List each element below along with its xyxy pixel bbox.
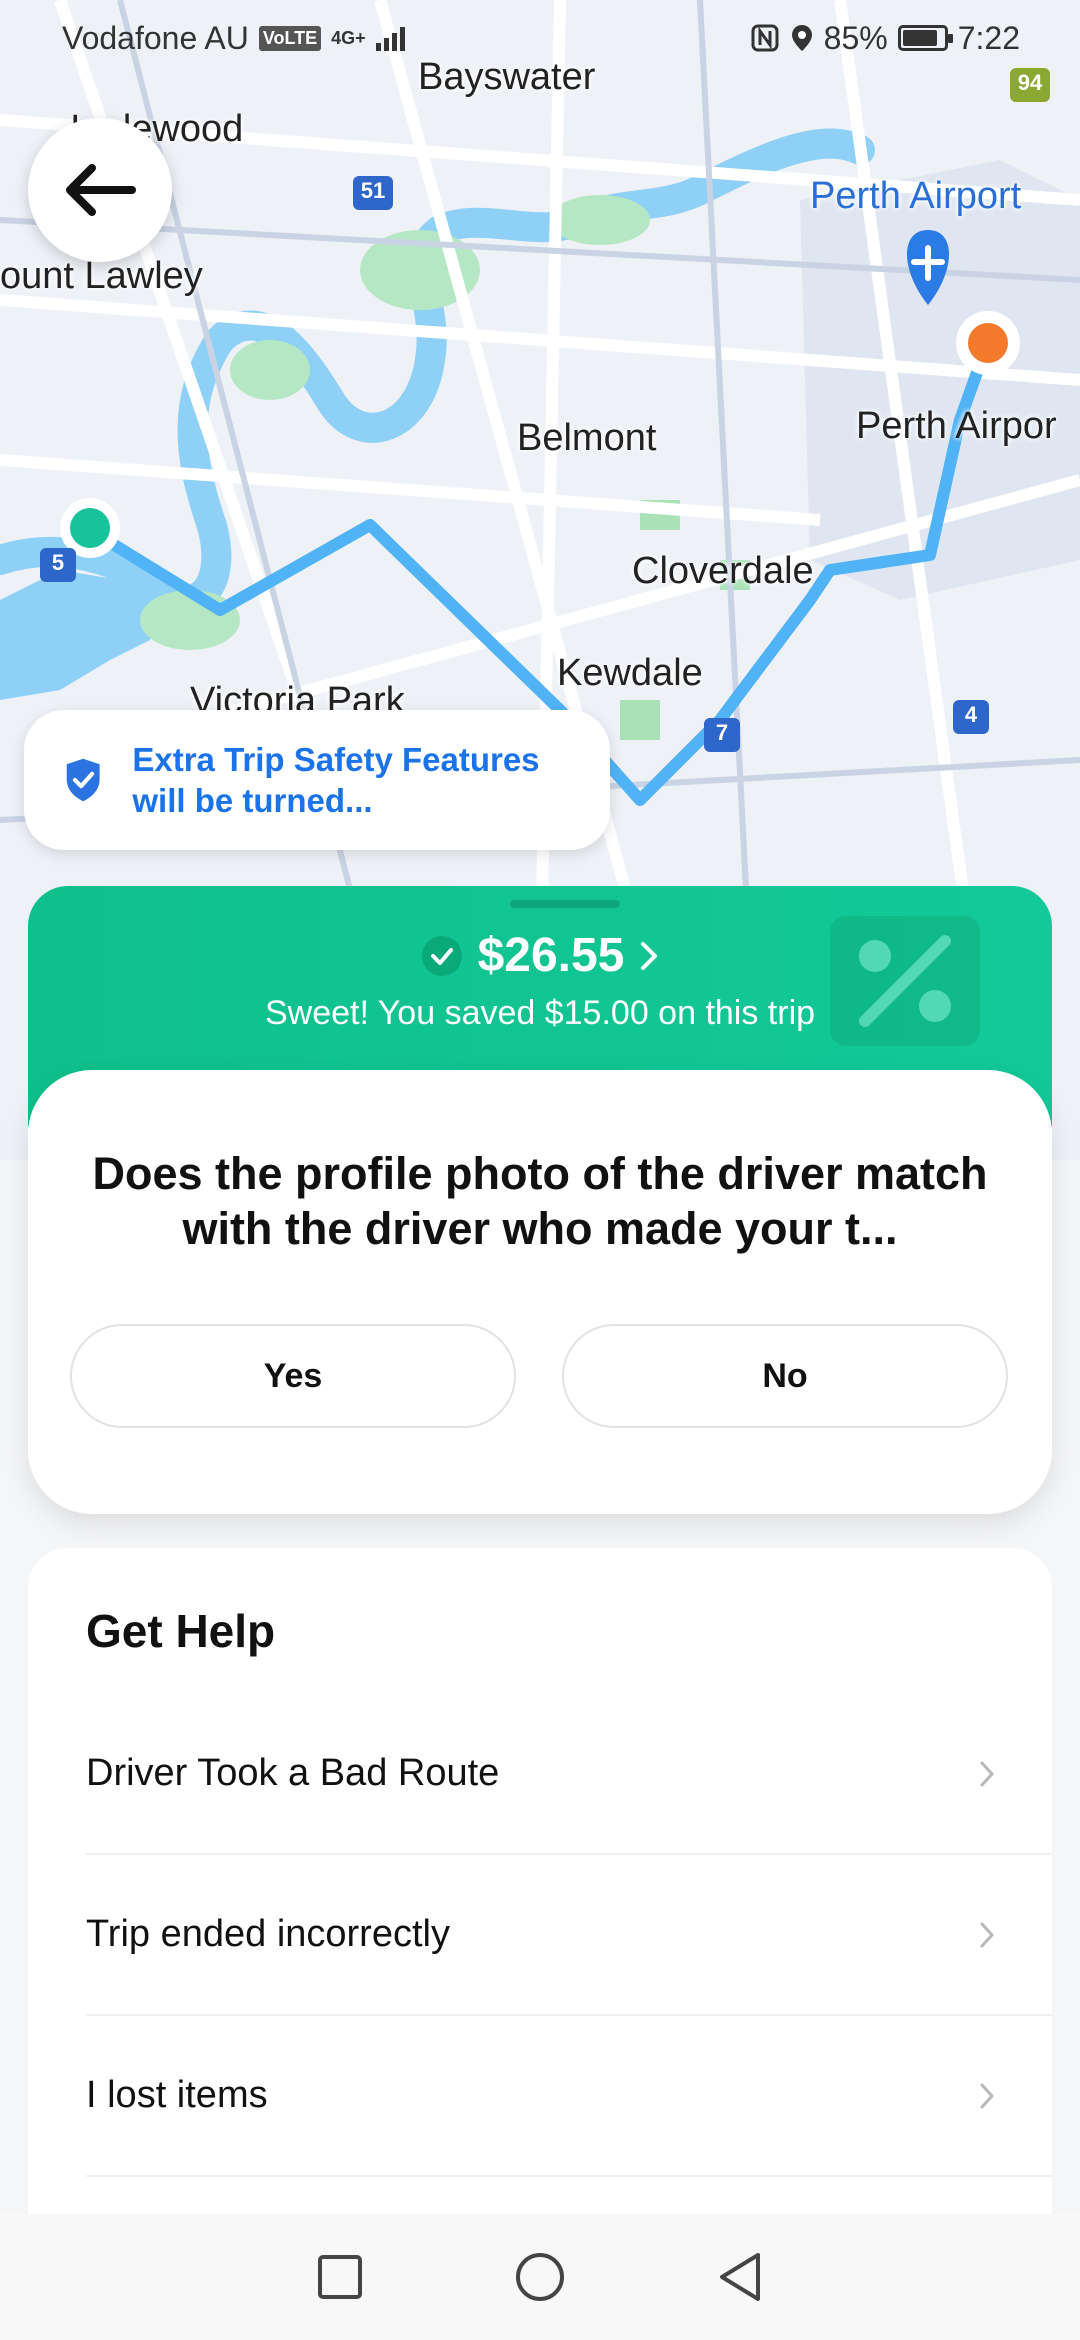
arrow-left-icon <box>66 164 136 216</box>
status-bar: Vodafone AU VoLTE 4G+ 85% 7:22 <box>0 0 1080 76</box>
safety-toast[interactable]: Extra Trip Safety Features will be turne… <box>24 710 610 850</box>
network-type: 4G+ <box>331 27 366 48</box>
no-button[interactable]: No <box>562 1324 1008 1428</box>
map-label-perth-airport-right: Perth Airpor <box>856 405 1057 447</box>
back-button[interactable] <box>28 118 172 262</box>
help-title: Get Help <box>86 1605 276 1657</box>
help-item-label: Trip ended incorrectly <box>86 1913 450 1955</box>
map-label-cloverdale: Cloverdale <box>632 550 814 592</box>
battery-percent: 85% <box>823 19 888 56</box>
road-shield-51: 51 <box>360 178 386 203</box>
fare-amount: $26.55 <box>477 929 625 982</box>
signal-icon <box>375 27 405 51</box>
help-item-bad-route[interactable]: Driver Took a Bad Route <box>86 1694 1052 1855</box>
clock: 7:22 <box>957 19 1020 56</box>
location-icon <box>791 25 812 51</box>
chevron-right-icon <box>980 1922 994 1947</box>
fare-savings-text: Sweet! You saved $15.00 on this trip <box>264 994 816 1032</box>
carrier-name: Vodafone AU <box>62 19 249 56</box>
map-label-perth-airport-top: Perth Airport <box>810 175 1022 217</box>
question-text: Does the profile photo of the driver mat… <box>92 1148 988 1254</box>
home-icon[interactable] <box>514 2251 566 2303</box>
help-item-lost-items[interactable]: I lost items <box>86 2016 1052 2177</box>
map-label-kewdale: Kewdale <box>557 652 703 694</box>
driver-photo-question-card: Does the profile photo of the driver mat… <box>28 1070 1052 1514</box>
nfc-icon <box>751 24 779 52</box>
road-shield-5: 5 <box>51 550 65 575</box>
road-shield-4: 4 <box>964 702 978 727</box>
fare-row[interactable]: $26.55 <box>28 928 1052 983</box>
help-item-trip-ended-incorrectly[interactable]: Trip ended incorrectly <box>86 1855 1052 2016</box>
chevron-right-icon <box>980 1761 994 1786</box>
road-shield-7: 7 <box>715 720 729 745</box>
shield-check-icon <box>66 758 100 802</box>
system-nav-bar <box>0 2214 1080 2340</box>
chevron-right-icon <box>641 941 658 970</box>
get-help-section: Get Help Driver Took a Bad Route Trip en… <box>28 1548 1052 2214</box>
back-nav-icon[interactable] <box>716 2251 764 2303</box>
chevron-right-icon <box>980 2083 994 2108</box>
help-item-label: Driver Took a Bad Route <box>86 1752 500 1794</box>
recent-apps-icon[interactable] <box>316 2253 364 2301</box>
map-label-belmont: Belmont <box>517 417 657 459</box>
check-circle-icon <box>421 935 462 976</box>
battery-icon <box>897 25 953 51</box>
drag-handle[interactable] <box>510 900 620 908</box>
help-item-label: I lost items <box>86 2074 268 2116</box>
safety-toast-text: Extra Trip Safety Features will be turne… <box>132 741 540 819</box>
yes-button[interactable]: Yes <box>70 1324 516 1428</box>
volte-badge: VoLTE <box>258 25 322 51</box>
